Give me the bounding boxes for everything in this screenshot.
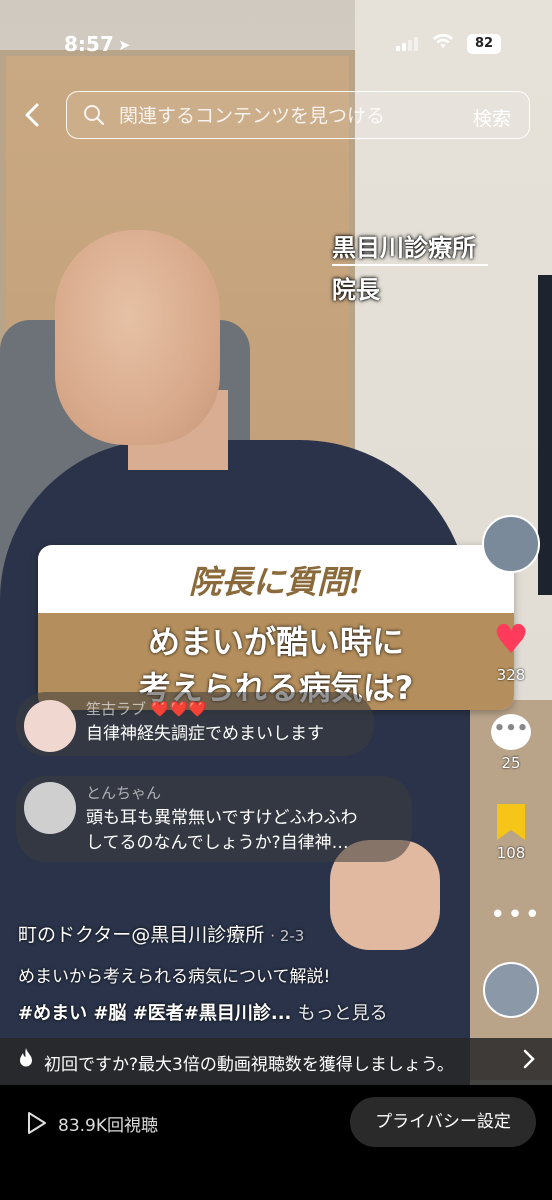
comment-text: 自律神経失調症でめまいします (86, 724, 324, 744)
video-overlay-clinic: 黒目川診療所 (332, 233, 476, 262)
like-count: 328 (496, 666, 526, 684)
question-card: 院長に質問! めまいが酷い時に 考えられる病気は? (38, 545, 514, 710)
search-bar[interactable]: 検索 (66, 91, 530, 139)
promo-text: 初回ですか?最大3倍の動画視聴数を獲得しましょう。 (44, 1055, 454, 1075)
flame-icon (18, 1048, 34, 1073)
video-overlay-role: 院長 (332, 275, 380, 304)
like-button[interactable]: ♥ 328 (488, 618, 534, 684)
question-card-title: 院長に質問! (188, 563, 364, 601)
commenter-hearts: ❤️❤️❤️ (150, 700, 207, 718)
heart-icon: ♥ (493, 617, 529, 663)
sound-avatar[interactable] (483, 962, 539, 1018)
comment-bubble-icon: ••• (491, 714, 531, 750)
video-overlay-divider (332, 264, 488, 266)
see-more-link[interactable]: もっと見る (298, 1003, 388, 1024)
search-icon (84, 105, 105, 126)
question-line-1: めまいが酷い時に (147, 623, 404, 661)
creator-avatar[interactable] (482, 515, 540, 573)
comment-item[interactable]: とんちゃん 頭も耳も異常無いですけどふわふわ してるのなんでしょうか?自律神… (16, 776, 412, 862)
post-date: · 2-3 (270, 927, 305, 945)
comment-button[interactable]: ••• 25 (488, 714, 534, 772)
cellular-signal-icon (396, 37, 418, 51)
wifi-icon (432, 32, 454, 55)
save-count: 108 (496, 844, 526, 862)
commenter-avatar (24, 700, 76, 752)
hashtags-text[interactable]: #めまい #脳 #医者#黒目川診... (18, 1003, 291, 1024)
chevron-left-icon (25, 103, 39, 127)
view-count: 83.9K回視聴 (58, 1116, 158, 1136)
author-name[interactable]: 町のドクター@黒目川診療所 · 2-3 (18, 920, 304, 947)
back-button[interactable] (18, 100, 48, 130)
chevron-right-icon (522, 1047, 536, 1077)
video-scene-person-head (55, 230, 220, 445)
comment-text-line-2: してるのなんでしょうか?自律神… (86, 833, 349, 853)
commenter-name: 笙古ラブ ❤️❤️❤️ (86, 698, 207, 719)
comment-count: 25 (501, 754, 521, 772)
post-description: めまいから考えられる病気について解説! (18, 967, 331, 987)
privacy-settings-button[interactable]: プライバシー設定 (350, 1097, 536, 1147)
play-count-icon (28, 1112, 46, 1134)
bookmark-icon (497, 804, 525, 840)
bottom-bar: 83.9K回視聴 プライバシー設定 (0, 1085, 552, 1200)
comment-text-line-1: 頭も耳も異常無いですけどふわふわ (86, 808, 358, 828)
post-hashtags[interactable]: #めまい #脳 #医者#黒目川診... もっと見る (18, 999, 388, 1025)
save-button[interactable]: 108 (488, 804, 534, 862)
more-options-icon[interactable]: ••• (490, 900, 542, 930)
author-handle[interactable]: 町のドクター@黒目川診療所 (18, 924, 264, 946)
status-time: 8:57 (64, 32, 114, 56)
video-scene-person-body (0, 440, 470, 1085)
commenter-username: 笙古ラブ (86, 700, 147, 718)
comment-item[interactable]: 笙古ラブ ❤️❤️❤️ 自律神経失調症でめまいします (16, 692, 374, 756)
status-bar: 8:57 ➤ 82 (0, 0, 552, 90)
search-button[interactable]: 検索 (473, 104, 511, 131)
search-input[interactable] (119, 103, 459, 129)
battery-indicator: 82 (467, 34, 501, 54)
promo-banner[interactable]: 初回ですか?最大3倍の動画視聴数を獲得しましょう。 (0, 1038, 552, 1085)
commenter-username: とんちゃん (86, 784, 162, 802)
commenter-avatar (24, 782, 76, 834)
video-scene-monitor (538, 275, 552, 595)
location-arrow-icon: ➤ (118, 36, 131, 54)
